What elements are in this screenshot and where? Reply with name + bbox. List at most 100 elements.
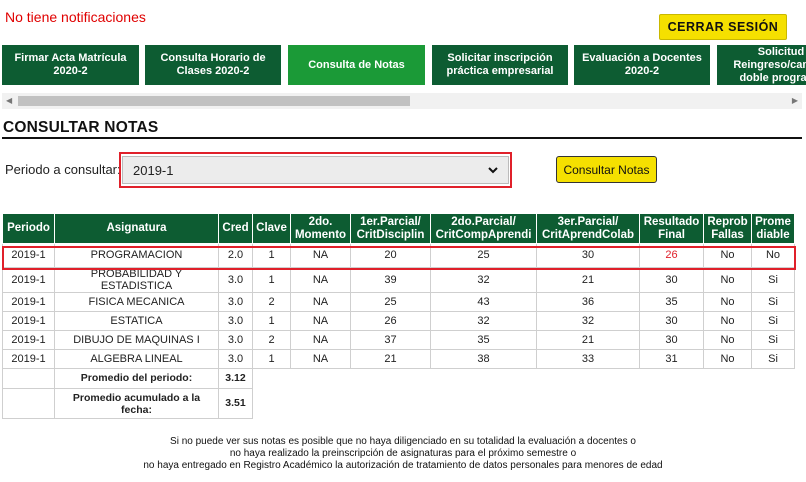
summary-blank xyxy=(2,368,55,389)
cell-parcial-1: 37 xyxy=(350,330,431,350)
cell-clave: 1 xyxy=(252,311,291,331)
cell-parcial-2: 35 xyxy=(430,330,537,350)
cell-asignatura: ESTATICA xyxy=(54,311,219,331)
tab-solicitud-reingreso[interactable]: Solicitud Reingreso/cambio doble program… xyxy=(717,45,806,85)
cell-promediable: Si xyxy=(751,349,795,369)
cumulative-average-label: Promedio acumulado a la fecha: xyxy=(54,388,219,419)
cell-cred: 3.0 xyxy=(218,267,253,293)
period-average-value: 3.12 xyxy=(218,368,253,389)
cell-parcial-3: 21 xyxy=(536,267,640,293)
tab-consulta-horario[interactable]: Consulta Horario de Clases 2020-2 xyxy=(145,45,281,85)
period-average-row: Promedio del periodo: 3.12 xyxy=(2,368,795,389)
cumulative-average-value: 3.51 xyxy=(218,388,253,419)
col-parcial-3: 3er.Parcial/ CritAprendColab xyxy=(536,213,640,244)
cell-cred: 3.0 xyxy=(218,349,253,369)
consultar-notas-button[interactable]: Consultar Notas xyxy=(556,156,657,183)
table-header-row: Periodo Asignatura Cred Clave 2do. Momen… xyxy=(2,213,795,244)
cell-clave: 2 xyxy=(252,292,291,312)
cell-resultado-final: 31 xyxy=(639,349,704,369)
period-select-value: 2019-1 xyxy=(133,162,174,178)
tab-practica-empresarial[interactable]: Solicitar inscripción práctica empresari… xyxy=(432,45,568,85)
cell-parcial-1: 39 xyxy=(350,267,431,293)
scrollbar-thumb[interactable] xyxy=(18,96,410,106)
cell-periodo: 2019-1 xyxy=(2,349,55,369)
cumulative-average-row: Promedio acumulado a la fecha: 3.51 xyxy=(2,388,795,419)
period-average-label: Promedio del periodo: xyxy=(54,368,219,389)
title-divider xyxy=(2,137,802,139)
footnote-line-2: no haya realizado la preinscripción de a… xyxy=(229,448,577,459)
cell-parcial-2: 43 xyxy=(430,292,537,312)
col-cred: Cred xyxy=(218,213,253,244)
cell-asignatura: DIBUJO DE MAQUINAS I xyxy=(54,330,219,350)
col-clave: Clave xyxy=(252,213,291,244)
summary-empty xyxy=(253,389,795,419)
col-parcial-1: 1er.Parcial/ CritDisciplin xyxy=(350,213,431,244)
cell-resultado-final: 30 xyxy=(639,330,704,350)
cell-periodo: 2019-1 xyxy=(2,330,55,350)
table-row: 2019-1 DIBUJO DE MAQUINAS I 3.0 2 NA 37 … xyxy=(2,330,795,350)
summary-empty xyxy=(253,369,795,389)
cell-parcial-3: 36 xyxy=(536,292,640,312)
tab-bar: Firmar Acta Matrícula 2020-2 Consulta Ho… xyxy=(2,45,806,86)
cell-resultado-final: 35 xyxy=(639,292,704,312)
row-highlight-box xyxy=(2,246,796,270)
cell-resultado-final: 30 xyxy=(639,267,704,293)
tab-firmar-acta[interactable]: Firmar Acta Matrícula 2020-2 xyxy=(2,45,139,85)
summary-blank xyxy=(2,388,55,419)
grades-table: Periodo Asignatura Cred Clave 2do. Momen… xyxy=(2,213,795,419)
col-asignatura: Asignatura xyxy=(54,213,219,244)
tab-evaluacion-docentes[interactable]: Evaluación a Docentes 2020-2 xyxy=(574,45,710,85)
cell-parcial-1: 21 xyxy=(350,349,431,369)
cell-promediable: Si xyxy=(751,330,795,350)
tab-consulta-notas[interactable]: Consulta de Notas xyxy=(288,45,425,85)
cell-momento: NA xyxy=(290,349,351,369)
col-resultado-final: Resultado Final xyxy=(639,213,704,244)
cell-cred: 3.0 xyxy=(218,311,253,331)
logout-button[interactable]: CERRAR SESIÓN xyxy=(659,14,787,40)
arrow-right-icon[interactable]: ▶ xyxy=(792,96,798,105)
col-parcial-2: 2do.Parcial/ CritCompAprendi xyxy=(430,213,537,244)
cell-parcial-3: 21 xyxy=(536,330,640,350)
arrow-left-icon[interactable]: ◀ xyxy=(6,96,12,105)
col-periodo: Periodo xyxy=(2,213,55,244)
cell-parcial-2: 38 xyxy=(430,349,537,369)
cell-promediable: Si xyxy=(751,292,795,312)
col-promediable: Prome diable xyxy=(751,213,795,244)
cell-cred: 3.0 xyxy=(218,292,253,312)
cell-parcial-2: 32 xyxy=(430,311,537,331)
cell-momento: NA xyxy=(290,267,351,293)
cell-reprob: No xyxy=(703,267,752,293)
period-select[interactable]: 2019-1 xyxy=(122,156,509,184)
table-row: 2019-1 ESTATICA 3.0 1 NA 26 32 32 30 No … xyxy=(2,311,795,331)
cell-parcial-1: 26 xyxy=(350,311,431,331)
horizontal-scrollbar[interactable]: ◀ ▶ xyxy=(2,93,802,109)
tab-solicitud-reingreso-label: Solicitud Reingreso/cambio doble program… xyxy=(733,45,806,84)
col-momento: 2do. Momento xyxy=(290,213,351,244)
period-label: Periodo a consultar: xyxy=(5,162,121,177)
cell-momento: NA xyxy=(290,311,351,331)
cell-reprob: No xyxy=(703,349,752,369)
cell-parcial-3: 33 xyxy=(536,349,640,369)
cell-periodo: 2019-1 xyxy=(2,292,55,312)
cell-asignatura: FISICA MECANICA xyxy=(54,292,219,312)
cell-clave: 1 xyxy=(252,349,291,369)
chevron-down-icon xyxy=(488,167,498,174)
table-row: 2019-1 ALGEBRA LINEAL 3.0 1 NA 21 38 33 … xyxy=(2,349,795,369)
footnote-line-3: no haya entregado en Registro Académico … xyxy=(143,460,663,471)
table-row: 2019-1 FISICA MECANICA 3.0 2 NA 25 43 36… xyxy=(2,292,795,312)
footnote-line-1: Si no puede ver sus notas es posible que… xyxy=(170,436,636,447)
cell-asignatura: PROBABILIDAD Y ESTADISTICA xyxy=(54,267,219,293)
cell-parcial-3: 32 xyxy=(536,311,640,331)
cell-periodo: 2019-1 xyxy=(2,311,55,331)
col-reprob-fallas: Reprob Fallas xyxy=(703,213,752,244)
cell-reprob: No xyxy=(703,330,752,350)
cell-promediable: Si xyxy=(751,267,795,293)
table-row: 2019-1 PROBABILIDAD Y ESTADISTICA 3.0 1 … xyxy=(2,267,795,293)
cell-parcial-2: 32 xyxy=(430,267,537,293)
page-title: CONSULTAR NOTAS xyxy=(3,119,159,136)
cell-momento: NA xyxy=(290,330,351,350)
cell-reprob: No xyxy=(703,311,752,331)
cell-parcial-1: 25 xyxy=(350,292,431,312)
cell-asignatura: ALGEBRA LINEAL xyxy=(54,349,219,369)
notification-text: No tiene notificaciones xyxy=(5,9,146,25)
